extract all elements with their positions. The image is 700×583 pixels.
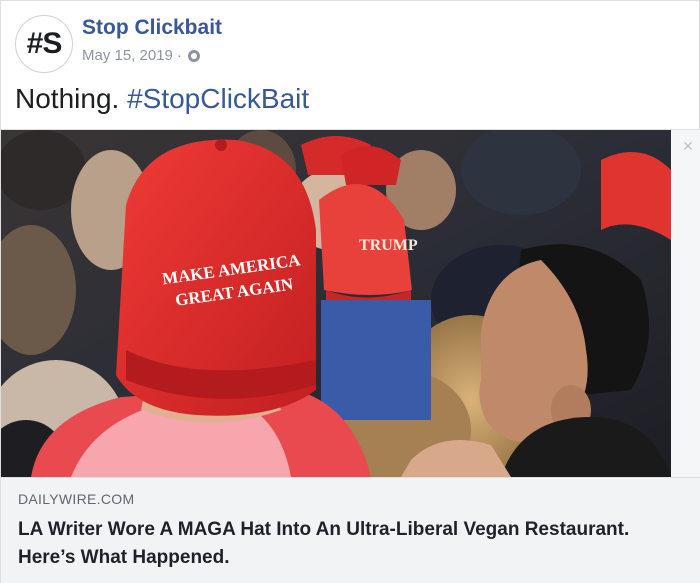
page-name-link[interactable]: Stop Clickbait bbox=[82, 16, 222, 40]
image-gutter bbox=[671, 130, 700, 477]
close-icon[interactable]: ✕ bbox=[681, 139, 695, 153]
back-hat-text: TRUMP bbox=[359, 237, 418, 254]
hashtag-link[interactable]: #StopClickBait bbox=[127, 83, 309, 114]
post-text: Nothing. #StopClickBait bbox=[15, 83, 309, 115]
facebook-post: #S Stop Clickbait May 15, 2019 · Nothing… bbox=[0, 0, 700, 583]
post-meta: May 15, 2019 · bbox=[82, 47, 200, 64]
meta-separator: · bbox=[176, 47, 182, 64]
globe-icon[interactable] bbox=[187, 49, 200, 62]
post-message: Nothing. bbox=[15, 83, 120, 114]
link-caption[interactable]: DAILYWIRE.COM LA Writer Wore A MAGA Hat … bbox=[1, 477, 700, 583]
page-avatar[interactable]: #S bbox=[15, 15, 73, 73]
post-header: #S Stop Clickbait May 15, 2019 · bbox=[1, 1, 700, 81]
link-preview-image[interactable]: TRUMP MAKE AMERICA GREAT AGAIN bbox=[1, 130, 671, 477]
link-domain: DAILYWIRE.COM bbox=[18, 491, 135, 507]
crowd-photo: TRUMP MAKE AMERICA GREAT AGAIN bbox=[1, 130, 671, 477]
link-preview-card[interactable]: TRUMP MAKE AMERICA GREAT AGAIN ✕ DAILYWI… bbox=[1, 129, 700, 583]
avatar-text: #S bbox=[26, 27, 63, 60]
post-date[interactable]: May 15, 2019 bbox=[82, 47, 173, 64]
link-headline[interactable]: LA Writer Wore A MAGA Hat Into An Ultra-… bbox=[18, 516, 678, 572]
